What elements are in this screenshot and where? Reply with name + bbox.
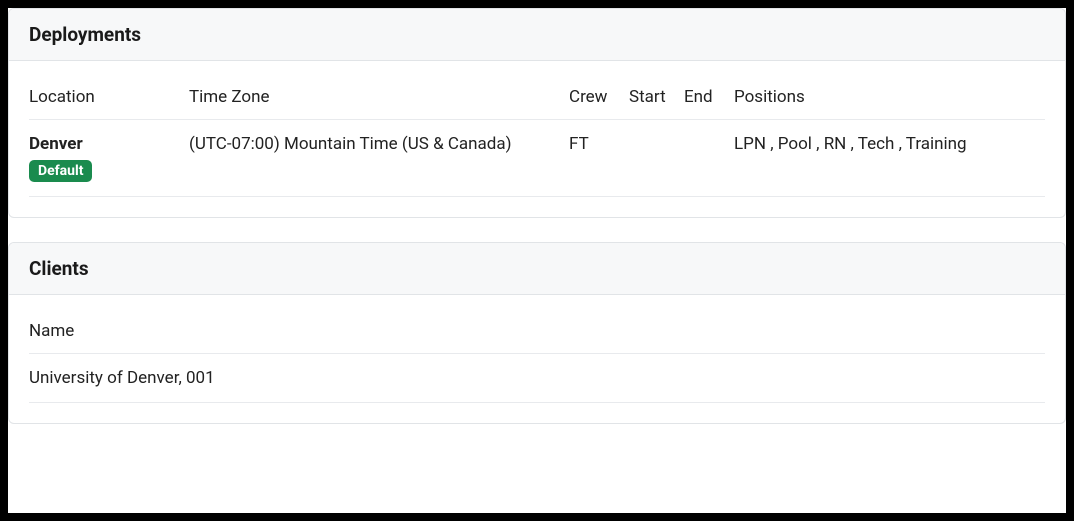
clients-header-row: Name	[29, 311, 1045, 354]
col-name: Name	[29, 311, 1045, 354]
col-crew: Crew	[569, 77, 629, 120]
deployments-body: Location Time Zone Crew Start End Positi…	[9, 61, 1065, 217]
clients-table: Name University of Denver, 001	[29, 311, 1045, 403]
col-positions: Positions	[734, 77, 1045, 120]
table-row[interactable]: Denver Default (UTC-07:00) Mountain Time…	[29, 120, 1045, 197]
table-row[interactable]: University of Denver, 001	[29, 354, 1045, 403]
clients-panel: Clients Name University of Denver, 001	[8, 242, 1066, 424]
deployments-title: Deployments	[29, 23, 1045, 46]
col-timezone: Time Zone	[189, 77, 569, 120]
cell-location: Denver Default	[29, 120, 189, 197]
cell-end	[684, 120, 734, 197]
deployments-header: Deployments	[9, 9, 1065, 61]
deployments-header-row: Location Time Zone Crew Start End Positi…	[29, 77, 1045, 120]
clients-body: Name University of Denver, 001	[9, 295, 1065, 423]
col-end: End	[684, 77, 734, 120]
cell-positions: LPN , Pool , RN , Tech , Training	[734, 120, 1045, 197]
deployments-table: Location Time Zone Crew Start End Positi…	[29, 77, 1045, 197]
deployments-panel: Deployments Location Time Zone Crew Star…	[8, 8, 1066, 218]
clients-title: Clients	[29, 257, 1045, 280]
default-badge: Default	[29, 160, 92, 182]
clients-header: Clients	[9, 243, 1065, 295]
col-location: Location	[29, 77, 189, 120]
cell-crew: FT	[569, 120, 629, 197]
col-start: Start	[629, 77, 684, 120]
cell-start	[629, 120, 684, 197]
cell-timezone: (UTC-07:00) Mountain Time (US & Canada)	[189, 120, 569, 197]
location-name: Denver	[29, 134, 179, 154]
cell-name: University of Denver, 001	[29, 354, 1045, 403]
